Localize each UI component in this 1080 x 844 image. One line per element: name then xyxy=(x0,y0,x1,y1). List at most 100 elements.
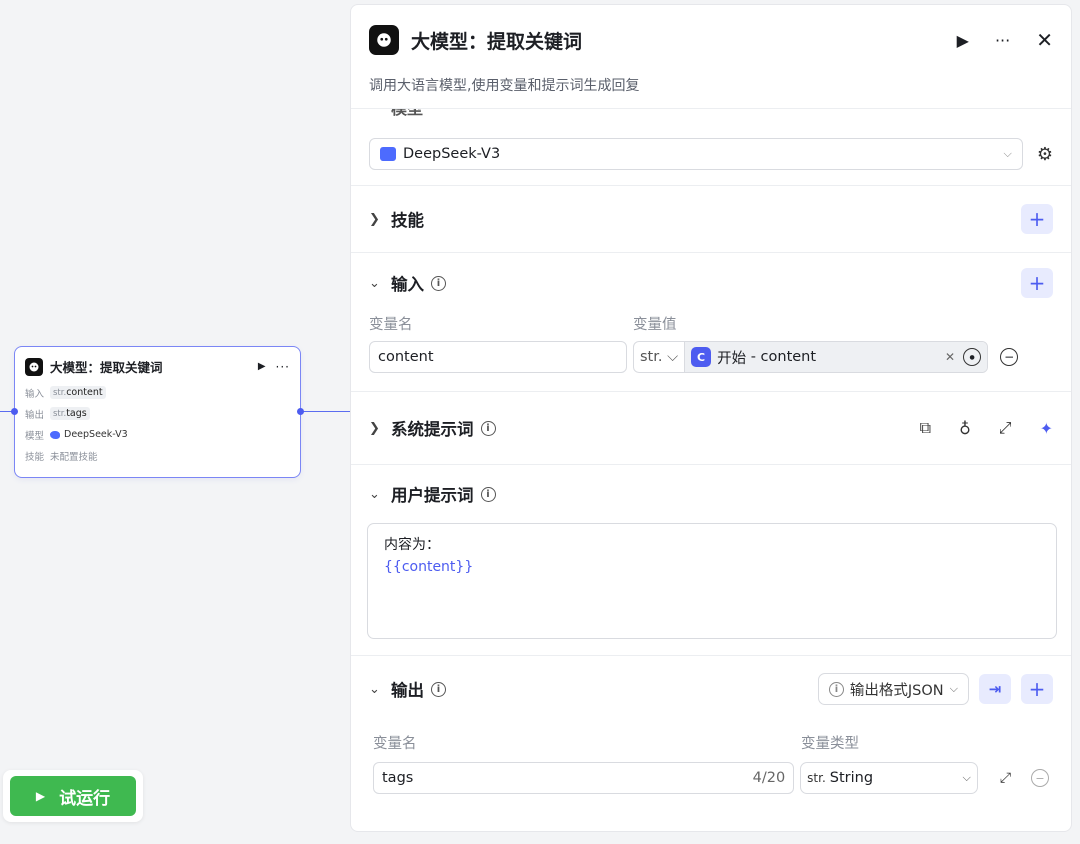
chevron-right-icon[interactable]: ❯ xyxy=(369,421,391,436)
user-prompt-section: ⌄ 用户提示词 i 内容为： {{content}} xyxy=(351,465,1071,656)
source-node-label: 开始 xyxy=(717,350,747,367)
user-prompt-title[interactable]: 用户提示词 xyxy=(391,482,474,506)
remove-output-icon[interactable]: − xyxy=(1031,769,1049,787)
prompt-line: 内容为： xyxy=(384,537,440,553)
add-skill-button[interactable]: + xyxy=(1021,204,1053,234)
node-row-model: 模型 DeepSeek-V3 xyxy=(15,424,300,445)
chevron-down-icon: ⌵ xyxy=(949,682,958,695)
panel-description[interactable]: 调用大语言模型,使用变量和提示词生成回复 xyxy=(369,75,1053,95)
chevron-down-icon[interactable]: ⌄ xyxy=(369,682,391,697)
input-section: ⌄ 输入 i + 变量名 变量值 content str. ⌵ C 开始 - c… xyxy=(351,253,1071,392)
start-node-icon: C xyxy=(691,347,712,367)
info-icon[interactable]: i xyxy=(480,486,496,502)
source-var-label: content xyxy=(760,349,817,365)
output-name-value: tags xyxy=(382,770,414,786)
tag-value: content xyxy=(66,387,103,398)
output-type-value: String xyxy=(829,770,874,786)
input-name-value: content xyxy=(378,349,434,365)
node-row-key: 模型 xyxy=(25,430,45,442)
edge-right xyxy=(301,411,351,412)
more-icon[interactable]: ··· xyxy=(995,31,1010,50)
node-header: 大模型：提取关键词 ▶ ··· xyxy=(15,347,300,382)
output-format-label: 输出格式JSON xyxy=(849,682,944,699)
deepseek-whale-icon xyxy=(50,430,60,439)
input-variable-name-field[interactable]: content xyxy=(369,341,627,373)
expand-icon[interactable]: ⤢ xyxy=(1000,770,1011,786)
llm-node-card[interactable]: 大模型：提取关键词 ▶ ··· 输入 str.content 输出 str.ta… xyxy=(11,346,304,478)
llm-logo-icon xyxy=(369,25,399,55)
llm-logo-icon xyxy=(25,357,43,376)
chevron-down-icon[interactable]: ⌄ xyxy=(369,276,391,291)
expand-icon[interactable]: ⤢ xyxy=(999,418,1012,438)
clear-icon[interactable]: ✕ xyxy=(945,350,955,364)
type-prefix: str. xyxy=(53,388,67,398)
separator-label: - xyxy=(746,349,761,365)
info-icon[interactable]: i xyxy=(431,275,446,291)
trial-run-label: 试运行 xyxy=(59,788,111,809)
col-output-name: 变量名 xyxy=(373,735,417,752)
skills-section-title[interactable]: 技能 xyxy=(391,207,424,231)
node-title: 大模型：提取关键词 xyxy=(50,360,163,375)
ai-sparkle-icon[interactable]: ✦ xyxy=(1040,419,1053,438)
chevron-right-icon[interactable]: ❯ xyxy=(369,212,391,227)
node-run-icon[interactable]: ▶ xyxy=(258,361,266,372)
char-counter: 4/20 xyxy=(752,770,786,786)
trial-run-button[interactable]: ▶ 试运行 xyxy=(10,776,136,816)
node-row-key: 输出 xyxy=(25,409,45,421)
output-type-select[interactable]: str. String ⌵ xyxy=(800,762,978,794)
node-output-port[interactable] xyxy=(297,408,304,415)
import-output-button[interactable]: ⇥ xyxy=(979,674,1011,704)
node-skill-value: 未配置技能 xyxy=(50,451,98,463)
node-input-tag: str.content xyxy=(50,386,106,399)
model-selected-value: DeepSeek-V3 xyxy=(403,146,501,162)
play-icon: ▶ xyxy=(35,789,46,803)
col-variable-value: 变量值 xyxy=(633,317,677,333)
deepseek-whale-icon xyxy=(380,147,396,161)
gear-icon[interactable]: ⚙ xyxy=(1037,144,1053,165)
trial-run-container: ▶ 试运行 xyxy=(3,770,143,822)
input-variable-value-box: str. ⌵ C 开始 - content ✕ ● xyxy=(633,341,989,373)
model-select[interactable]: DeepSeek-V3 ⌵ xyxy=(369,138,1023,170)
panel-header: 大模型：提取关键词 ▶ ··· ✕ 调用大语言模型,使用变量和提示词生成回复 xyxy=(351,5,1071,109)
node-more-icon[interactable]: ··· xyxy=(276,360,290,374)
remove-input-icon[interactable]: − xyxy=(1000,348,1019,366)
model-section: 模型 DeepSeek-V3 ⌵ ⚙ xyxy=(351,109,1071,186)
type-label: str. xyxy=(640,349,663,365)
node-row-skill: 技能 未配置技能 xyxy=(15,445,300,466)
variable-reference-chip[interactable]: C 开始 - content ✕ ● xyxy=(685,342,988,372)
tag-value: tags xyxy=(66,408,87,419)
add-output-button[interactable]: + xyxy=(1021,674,1053,704)
run-icon[interactable]: ▶ xyxy=(957,31,969,50)
info-icon[interactable]: i xyxy=(480,420,496,436)
node-output-tag: str.tags xyxy=(50,407,90,420)
node-input-port[interactable] xyxy=(11,408,18,415)
system-prompt-section: ❯ 系统提示词 i ⧉ ♁ ⤢ ✦ xyxy=(351,392,1071,465)
target-icon[interactable]: ● xyxy=(963,348,982,366)
col-variable-name: 变量名 xyxy=(369,317,413,333)
node-row-input: 输入 str.content xyxy=(15,382,300,403)
type-select[interactable]: str. ⌵ xyxy=(634,342,686,372)
prompt-library-icon[interactable]: ⧉ xyxy=(920,418,931,438)
chevron-down-icon[interactable]: ⌄ xyxy=(369,487,391,502)
info-icon: i xyxy=(828,681,844,697)
output-variable-name-field[interactable]: tags 4/20 xyxy=(373,762,795,794)
close-icon[interactable]: ✕ xyxy=(1036,28,1053,52)
add-input-button[interactable]: + xyxy=(1021,268,1053,298)
chevron-down-icon: ⌵ xyxy=(1003,147,1012,160)
user-prompt-editor[interactable]: 内容为： {{content}} xyxy=(367,523,1057,639)
input-section-title[interactable]: 输入 xyxy=(391,271,424,295)
col-output-type: 变量类型 xyxy=(801,735,859,752)
model-title-label: 模型 xyxy=(391,109,423,118)
panel-title[interactable]: 大模型：提取关键词 xyxy=(411,27,931,54)
node-model-value: DeepSeek-V3 xyxy=(64,429,128,440)
output-section: ⌄ 输出 i i 输出格式JSON ⌵ ⇥ + 变量名 变量类型 tags 4/… xyxy=(351,656,1071,794)
lightbulb-icon[interactable]: ♁ xyxy=(959,419,971,438)
output-section-title[interactable]: 输出 xyxy=(391,677,424,701)
info-icon[interactable]: i xyxy=(431,681,446,697)
system-prompt-title[interactable]: 系统提示词 xyxy=(391,416,474,440)
output-format-select[interactable]: i 输出格式JSON ⌵ xyxy=(817,673,969,705)
model-section-title[interactable]: 模型 xyxy=(391,109,1053,119)
prompt-variable-ref: {{content}} xyxy=(384,559,474,575)
node-row-key: 输入 xyxy=(25,388,45,400)
type-prefix: str. xyxy=(807,771,826,785)
